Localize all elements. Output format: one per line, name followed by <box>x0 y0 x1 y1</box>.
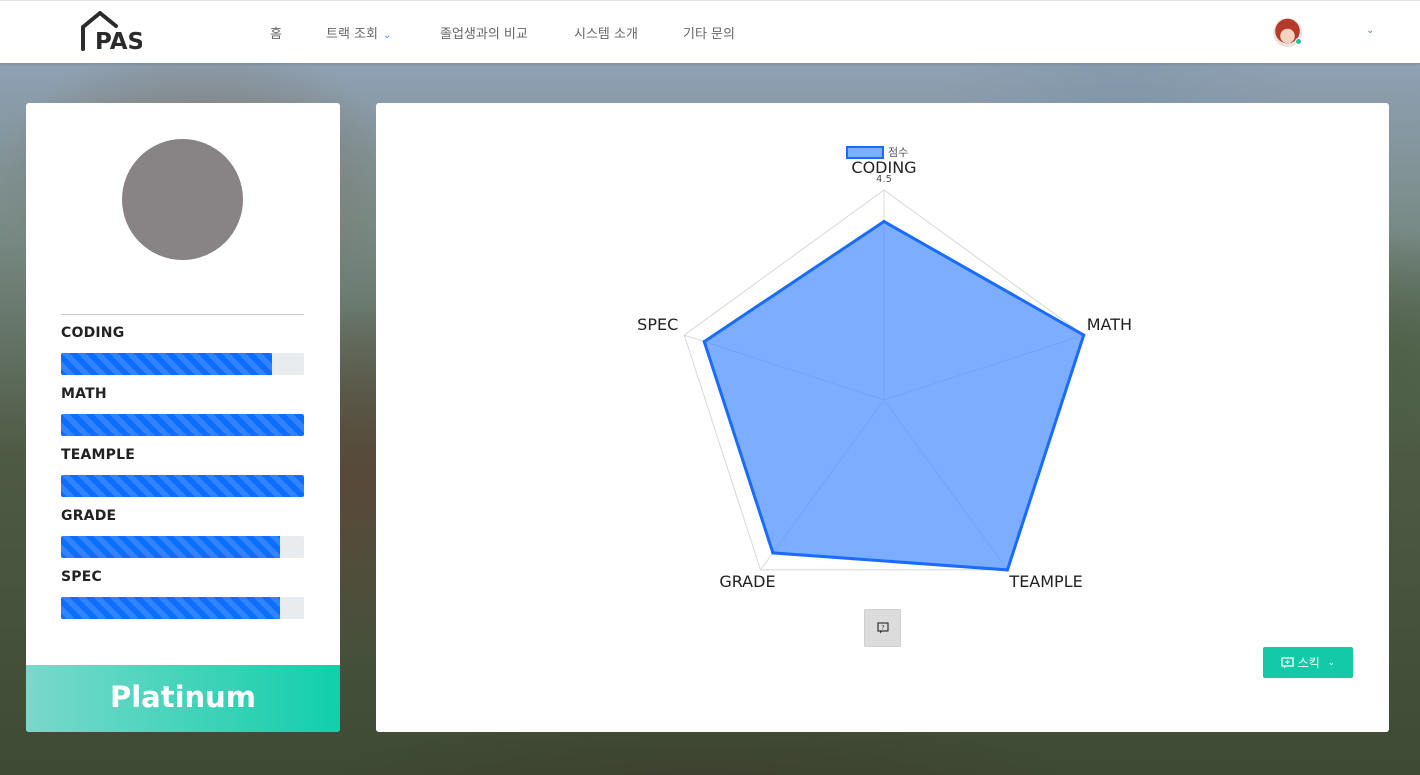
divider <box>61 314 304 315</box>
nav-track-lookup[interactable]: 트랙 조회 ⌄ <box>326 23 391 42</box>
radar-point <box>771 551 775 555</box>
nav-home[interactable]: 홈 <box>270 23 282 42</box>
radar-point <box>702 340 706 344</box>
chevron-down-icon: ⌄ <box>1327 657 1336 668</box>
nav-compare-graduates[interactable]: 졸업생과의 비교 <box>440 23 528 42</box>
radar-point <box>1082 333 1086 337</box>
feedback-button[interactable]: ? <box>864 609 901 647</box>
stat-label: SPEC <box>61 569 102 585</box>
online-status-dot <box>1295 38 1302 45</box>
stat-math: MATH <box>61 386 304 436</box>
radar-point <box>882 220 886 223</box>
nav-contact[interactable]: 기타 문의 <box>683 23 735 42</box>
comment-icon: ? <box>876 622 889 634</box>
stat-label: TEAMPLE <box>61 447 136 463</box>
profile-card: CODING MATH TEAMPLE GRADE SPEC Platinum <box>26 103 340 732</box>
stat-label: CODING <box>61 325 125 341</box>
user-avatar[interactable] <box>1273 18 1303 48</box>
svg-text:?: ? <box>881 625 884 632</box>
progress-bar-fill <box>61 353 273 375</box>
skill-dropdown-button[interactable]: 스킥 ⌄ <box>1263 647 1353 678</box>
axis-label-spec: SPEC <box>637 315 678 334</box>
progress-bar-fill <box>61 414 304 436</box>
stat-label: GRADE <box>61 508 117 524</box>
axis-label-teample: TEAMPLE <box>1008 572 1082 591</box>
progress-bar <box>61 414 304 436</box>
top-navbar: PAS 홈 트랙 조회 ⌄ 졸업생과의 비교 시스템 소개 기타 문의 ⌄ <box>0 0 1420 63</box>
tier-badge: Platinum <box>26 665 340 732</box>
progress-bar <box>61 597 304 619</box>
radar-chart-card: CODING MATH TEAMPLE GRADE SPEC 4.5 점수 ? 스킥 ⌄ <box>376 103 1389 732</box>
stat-label: MATH <box>61 386 107 402</box>
axis-label-math: MATH <box>1087 315 1132 334</box>
profile-image <box>122 139 243 260</box>
progress-bar <box>61 475 304 497</box>
legend-swatch[interactable] <box>846 146 884 159</box>
comment-icon <box>1281 656 1294 668</box>
axis-label-grade: GRADE <box>719 572 775 591</box>
stat-spec: SPEC <box>61 569 304 619</box>
chevron-down-icon: ⌄ <box>382 30 392 41</box>
user-menu-chevron-icon[interactable]: ⌄ <box>1366 25 1374 36</box>
radar-series-area <box>702 219 1086 572</box>
stat-teample: TEAMPLE <box>61 447 304 497</box>
progress-bar-fill <box>61 475 304 497</box>
logo-text: PAS <box>95 29 142 51</box>
pas-logo[interactable]: PAS <box>80 9 144 55</box>
progress-bar <box>61 353 304 375</box>
radar-tick-label: 4.5 <box>876 174 892 185</box>
legend-label: 점수 <box>888 146 908 159</box>
progress-bar-fill <box>61 536 280 558</box>
nav-system-intro[interactable]: 시스템 소개 <box>574 23 638 42</box>
skill-button-label: 스킥 <box>1297 656 1320 670</box>
stat-coding: CODING <box>61 325 304 375</box>
stat-grade: GRADE <box>61 508 304 558</box>
progress-bar <box>61 536 304 558</box>
progress-bar-fill <box>61 597 280 619</box>
